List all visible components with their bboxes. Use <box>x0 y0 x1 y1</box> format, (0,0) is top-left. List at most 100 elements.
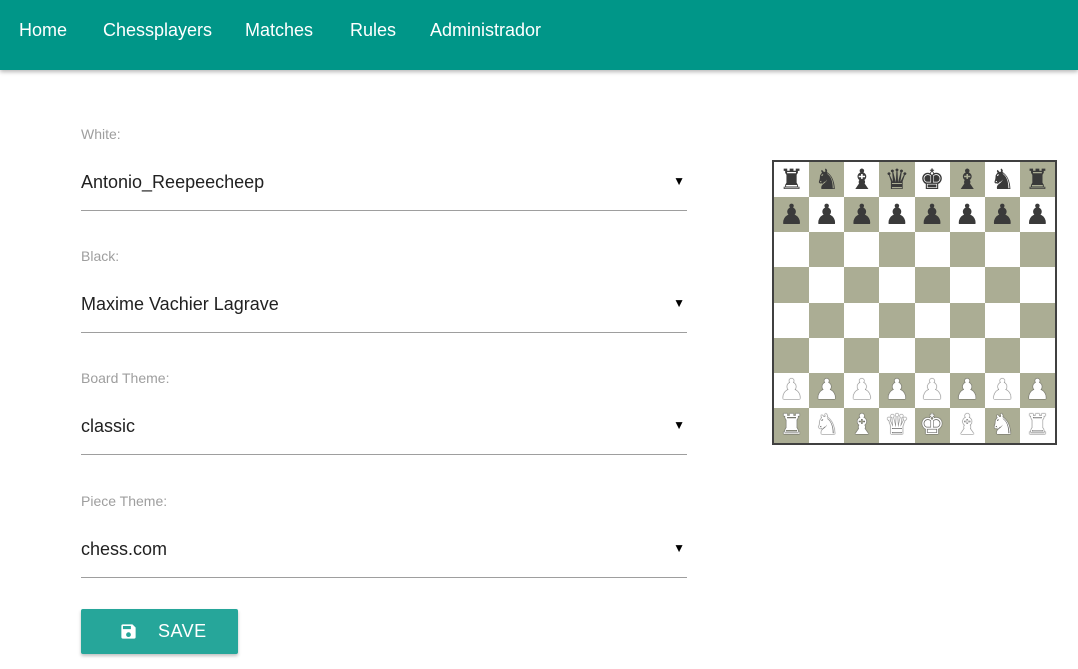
square-b1: ♞ <box>809 407 845 443</box>
black-queen-icon: ♛ <box>884 162 910 196</box>
white-player-select[interactable]: Antonio_Reepeecheep ▼ <box>81 162 687 211</box>
square-c2: ♟ <box>844 372 880 408</box>
square-d8: ♛ <box>879 162 915 198</box>
square-f4 <box>949 302 985 338</box>
square-f3 <box>949 337 985 373</box>
white-pawn-icon: ♟ <box>849 373 875 407</box>
black-knight-icon: ♞ <box>989 162 1015 196</box>
caret-down-icon: ▼ <box>673 541 685 555</box>
square-g3 <box>984 337 1020 373</box>
white-knight-icon: ♞ <box>989 408 1015 442</box>
black-player-select[interactable]: Maxime Vachier Lagrave ▼ <box>81 284 687 333</box>
square-b3 <box>809 337 845 373</box>
piece-theme-select[interactable]: chess.com ▼ <box>81 529 687 578</box>
square-a7: ♟ <box>774 197 810 233</box>
square-h5 <box>1019 267 1055 303</box>
white-knight-icon: ♞ <box>814 408 840 442</box>
square-d3 <box>879 337 915 373</box>
black-pawn-icon: ♟ <box>1024 197 1050 231</box>
square-d6 <box>879 232 915 268</box>
white-player-label: White: <box>81 126 121 142</box>
white-pawn-icon: ♟ <box>954 373 980 407</box>
square-e8: ♚ <box>914 162 950 198</box>
square-e4 <box>914 302 950 338</box>
board-theme-select[interactable]: classic ▼ <box>81 406 687 455</box>
square-d7: ♟ <box>879 197 915 233</box>
black-pawn-icon: ♟ <box>814 197 840 231</box>
square-c4 <box>844 302 880 338</box>
square-g8: ♞ <box>984 162 1020 198</box>
black-bishop-icon: ♝ <box>954 162 980 196</box>
square-b5 <box>809 267 845 303</box>
white-pawn-icon: ♟ <box>989 373 1015 407</box>
white-queen-icon: ♛ <box>884 408 910 442</box>
square-a5 <box>774 267 810 303</box>
piece-theme-label: Piece Theme: <box>81 493 168 509</box>
square-c7: ♟ <box>844 197 880 233</box>
white-pawn-icon: ♟ <box>884 373 910 407</box>
square-a8: ♜ <box>774 162 810 198</box>
square-c5 <box>844 267 880 303</box>
square-g1: ♞ <box>984 407 1020 443</box>
piece-theme-value: chess.com <box>81 539 168 559</box>
square-c8: ♝ <box>844 162 880 198</box>
nav-administrador[interactable]: Administrador <box>430 0 541 60</box>
square-h7: ♟ <box>1019 197 1055 233</box>
white-rook-icon: ♜ <box>779 408 805 442</box>
square-h2: ♟ <box>1019 372 1055 408</box>
black-rook-icon: ♜ <box>1024 162 1050 196</box>
square-f1: ♝ <box>949 407 985 443</box>
white-pawn-icon: ♟ <box>814 373 840 407</box>
black-player-label: Black: <box>81 248 120 264</box>
board-theme-value: classic <box>81 416 136 436</box>
white-bishop-icon: ♝ <box>954 408 980 442</box>
square-f2: ♟ <box>949 372 985 408</box>
nav-rules[interactable]: Rules <box>350 0 396 60</box>
square-a3 <box>774 337 810 373</box>
square-d5 <box>879 267 915 303</box>
white-pawn-icon: ♟ <box>919 373 945 407</box>
square-d2: ♟ <box>879 372 915 408</box>
black-rook-icon: ♜ <box>779 162 805 196</box>
white-king-icon: ♚ <box>919 408 945 442</box>
white-bishop-icon: ♝ <box>849 408 875 442</box>
square-h4 <box>1019 302 1055 338</box>
caret-down-icon: ▼ <box>673 174 685 188</box>
black-pawn-icon: ♟ <box>849 197 875 231</box>
square-f5 <box>949 267 985 303</box>
square-f6 <box>949 232 985 268</box>
square-a2: ♟ <box>774 372 810 408</box>
square-a4 <box>774 302 810 338</box>
square-e5 <box>914 267 950 303</box>
black-king-icon: ♚ <box>919 162 945 196</box>
square-c1: ♝ <box>844 407 880 443</box>
square-e1: ♚ <box>914 407 950 443</box>
floppy-disk-icon <box>121 624 136 639</box>
square-d4 <box>879 302 915 338</box>
black-pawn-icon: ♟ <box>919 197 945 231</box>
chessboard-preview: ♜ ♞ ♝ ♛ ♚ ♝ ♞ ♜ ♟ ♟ ♟ ♟ ♟ ♟ ♟ ♟ ♟ ♟ ♟ ♟ ♟ ♟ ♟ ♟ ♜ ♞ ♝ ♛ ♚ ♝ ♞ ♜ <box>772 160 1057 445</box>
square-g6 <box>984 232 1020 268</box>
black-pawn-icon: ♟ <box>954 197 980 231</box>
save-button[interactable]: SAVE <box>81 609 238 654</box>
square-g4 <box>984 302 1020 338</box>
square-e6 <box>914 232 950 268</box>
square-h6 <box>1019 232 1055 268</box>
square-d1: ♛ <box>879 407 915 443</box>
square-f7: ♟ <box>949 197 985 233</box>
square-h1: ♜ <box>1019 407 1055 443</box>
black-pawn-icon: ♟ <box>989 197 1015 231</box>
square-e7: ♟ <box>914 197 950 233</box>
white-rook-icon: ♜ <box>1024 408 1050 442</box>
nav-chessplayers[interactable]: Chessplayers <box>103 0 212 60</box>
nav-home[interactable]: Home <box>19 0 67 60</box>
white-player-value: Antonio_Reepeecheep <box>81 172 265 192</box>
square-h8: ♜ <box>1019 162 1055 198</box>
top-navbar: Home Chessplayers Matches Rules Administ… <box>0 0 1078 70</box>
square-b8: ♞ <box>809 162 845 198</box>
square-g7: ♟ <box>984 197 1020 233</box>
white-pawn-icon: ♟ <box>779 373 805 407</box>
nav-matches[interactable]: Matches <box>245 0 313 60</box>
black-bishop-icon: ♝ <box>849 162 875 196</box>
square-c3 <box>844 337 880 373</box>
